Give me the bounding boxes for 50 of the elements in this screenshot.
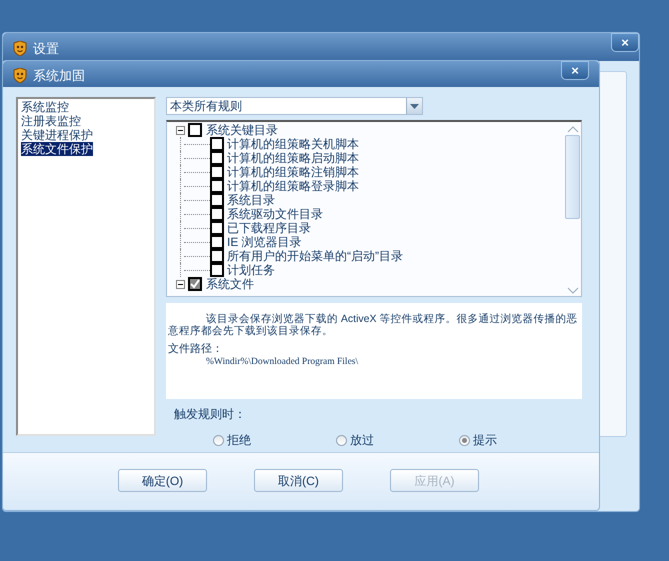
radio-icon[interactable] — [336, 434, 347, 446]
tree-node[interactable]: 计算机的组策略注销脚本 — [227, 165, 359, 179]
category-item[interactable]: 关键进程保护 — [21, 128, 93, 142]
tree-node[interactable]: 系统目录 — [227, 193, 275, 207]
shield-icon — [13, 41, 27, 56]
checkbox[interactable] — [210, 207, 224, 221]
tree-node[interactable]: 计划任务 — [227, 263, 275, 277]
checkbox[interactable] — [188, 123, 202, 137]
radio-option[interactable]: 放过 — [336, 431, 459, 449]
category-item[interactable]: 系统监控 — [21, 100, 69, 114]
collapse-icon[interactable] — [176, 126, 185, 134]
trigger-label: 触发规则时： — [174, 406, 246, 423]
window-title: 系统加固 — [33, 67, 85, 85]
collapse-icon[interactable] — [176, 280, 185, 288]
tree-node[interactable]: 计算机的组策略启动脚本 — [227, 151, 359, 165]
radio-option[interactable]: 提示 — [459, 431, 582, 449]
checkbox[interactable] — [210, 179, 224, 193]
dialog-button[interactable]: 取消(C) — [254, 469, 343, 492]
file-path: %Windir%\Downloaded Program Files\ — [205, 356, 360, 368]
checkbox[interactable] — [210, 221, 224, 235]
tree-node[interactable]: 系统文件 — [206, 277, 254, 291]
window-title: 设置 — [33, 40, 59, 58]
close-button[interactable]: × — [561, 61, 589, 80]
tree-node[interactable]: 所有用户的开始菜单的“启动”目录 — [227, 249, 403, 263]
scroll-thumb[interactable] — [565, 135, 580, 219]
tree-node[interactable]: 系统驱动文件目录 — [227, 207, 323, 221]
checkbox[interactable] — [210, 235, 224, 249]
tree-node[interactable]: 系统关键目录 — [206, 123, 278, 137]
close-button[interactable]: × — [611, 33, 639, 52]
checkbox[interactable] — [210, 249, 224, 263]
radio-icon[interactable] — [213, 434, 224, 446]
rule-dropdown[interactable]: 本类所有规则 — [166, 97, 423, 115]
radio-icon[interactable] — [459, 434, 470, 446]
radio-option[interactable]: 拒绝 — [213, 431, 336, 449]
category-item[interactable]: 注册表监控 — [21, 114, 81, 128]
description-text: 该目录会保存浏览器下载的 ActiveX 等控件或程序。很多通过浏览器传播的恶意程序都会先下载到该目录保存。 — [168, 313, 578, 337]
checkbox[interactable] — [188, 277, 202, 291]
checkbox[interactable] — [210, 137, 224, 151]
tree-node[interactable]: IE 浏览器目录 — [227, 235, 302, 249]
tree-node[interactable]: 计算机的组策略登录脚本 — [227, 179, 359, 193]
dialog-button[interactable]: 确定(O) — [118, 469, 207, 492]
shield-icon — [13, 68, 27, 84]
checkbox[interactable] — [210, 165, 224, 179]
checkbox[interactable] — [210, 151, 224, 165]
checkbox[interactable] — [210, 263, 224, 277]
tree-node[interactable]: 计算机的组策略关机脚本 — [227, 137, 359, 151]
path-label: 文件路径： — [168, 343, 224, 356]
tree-node[interactable]: 已下载程序目录 — [227, 221, 311, 235]
category-item[interactable]: 系统文件保护 — [21, 142, 93, 156]
checkbox[interactable] — [210, 193, 224, 207]
